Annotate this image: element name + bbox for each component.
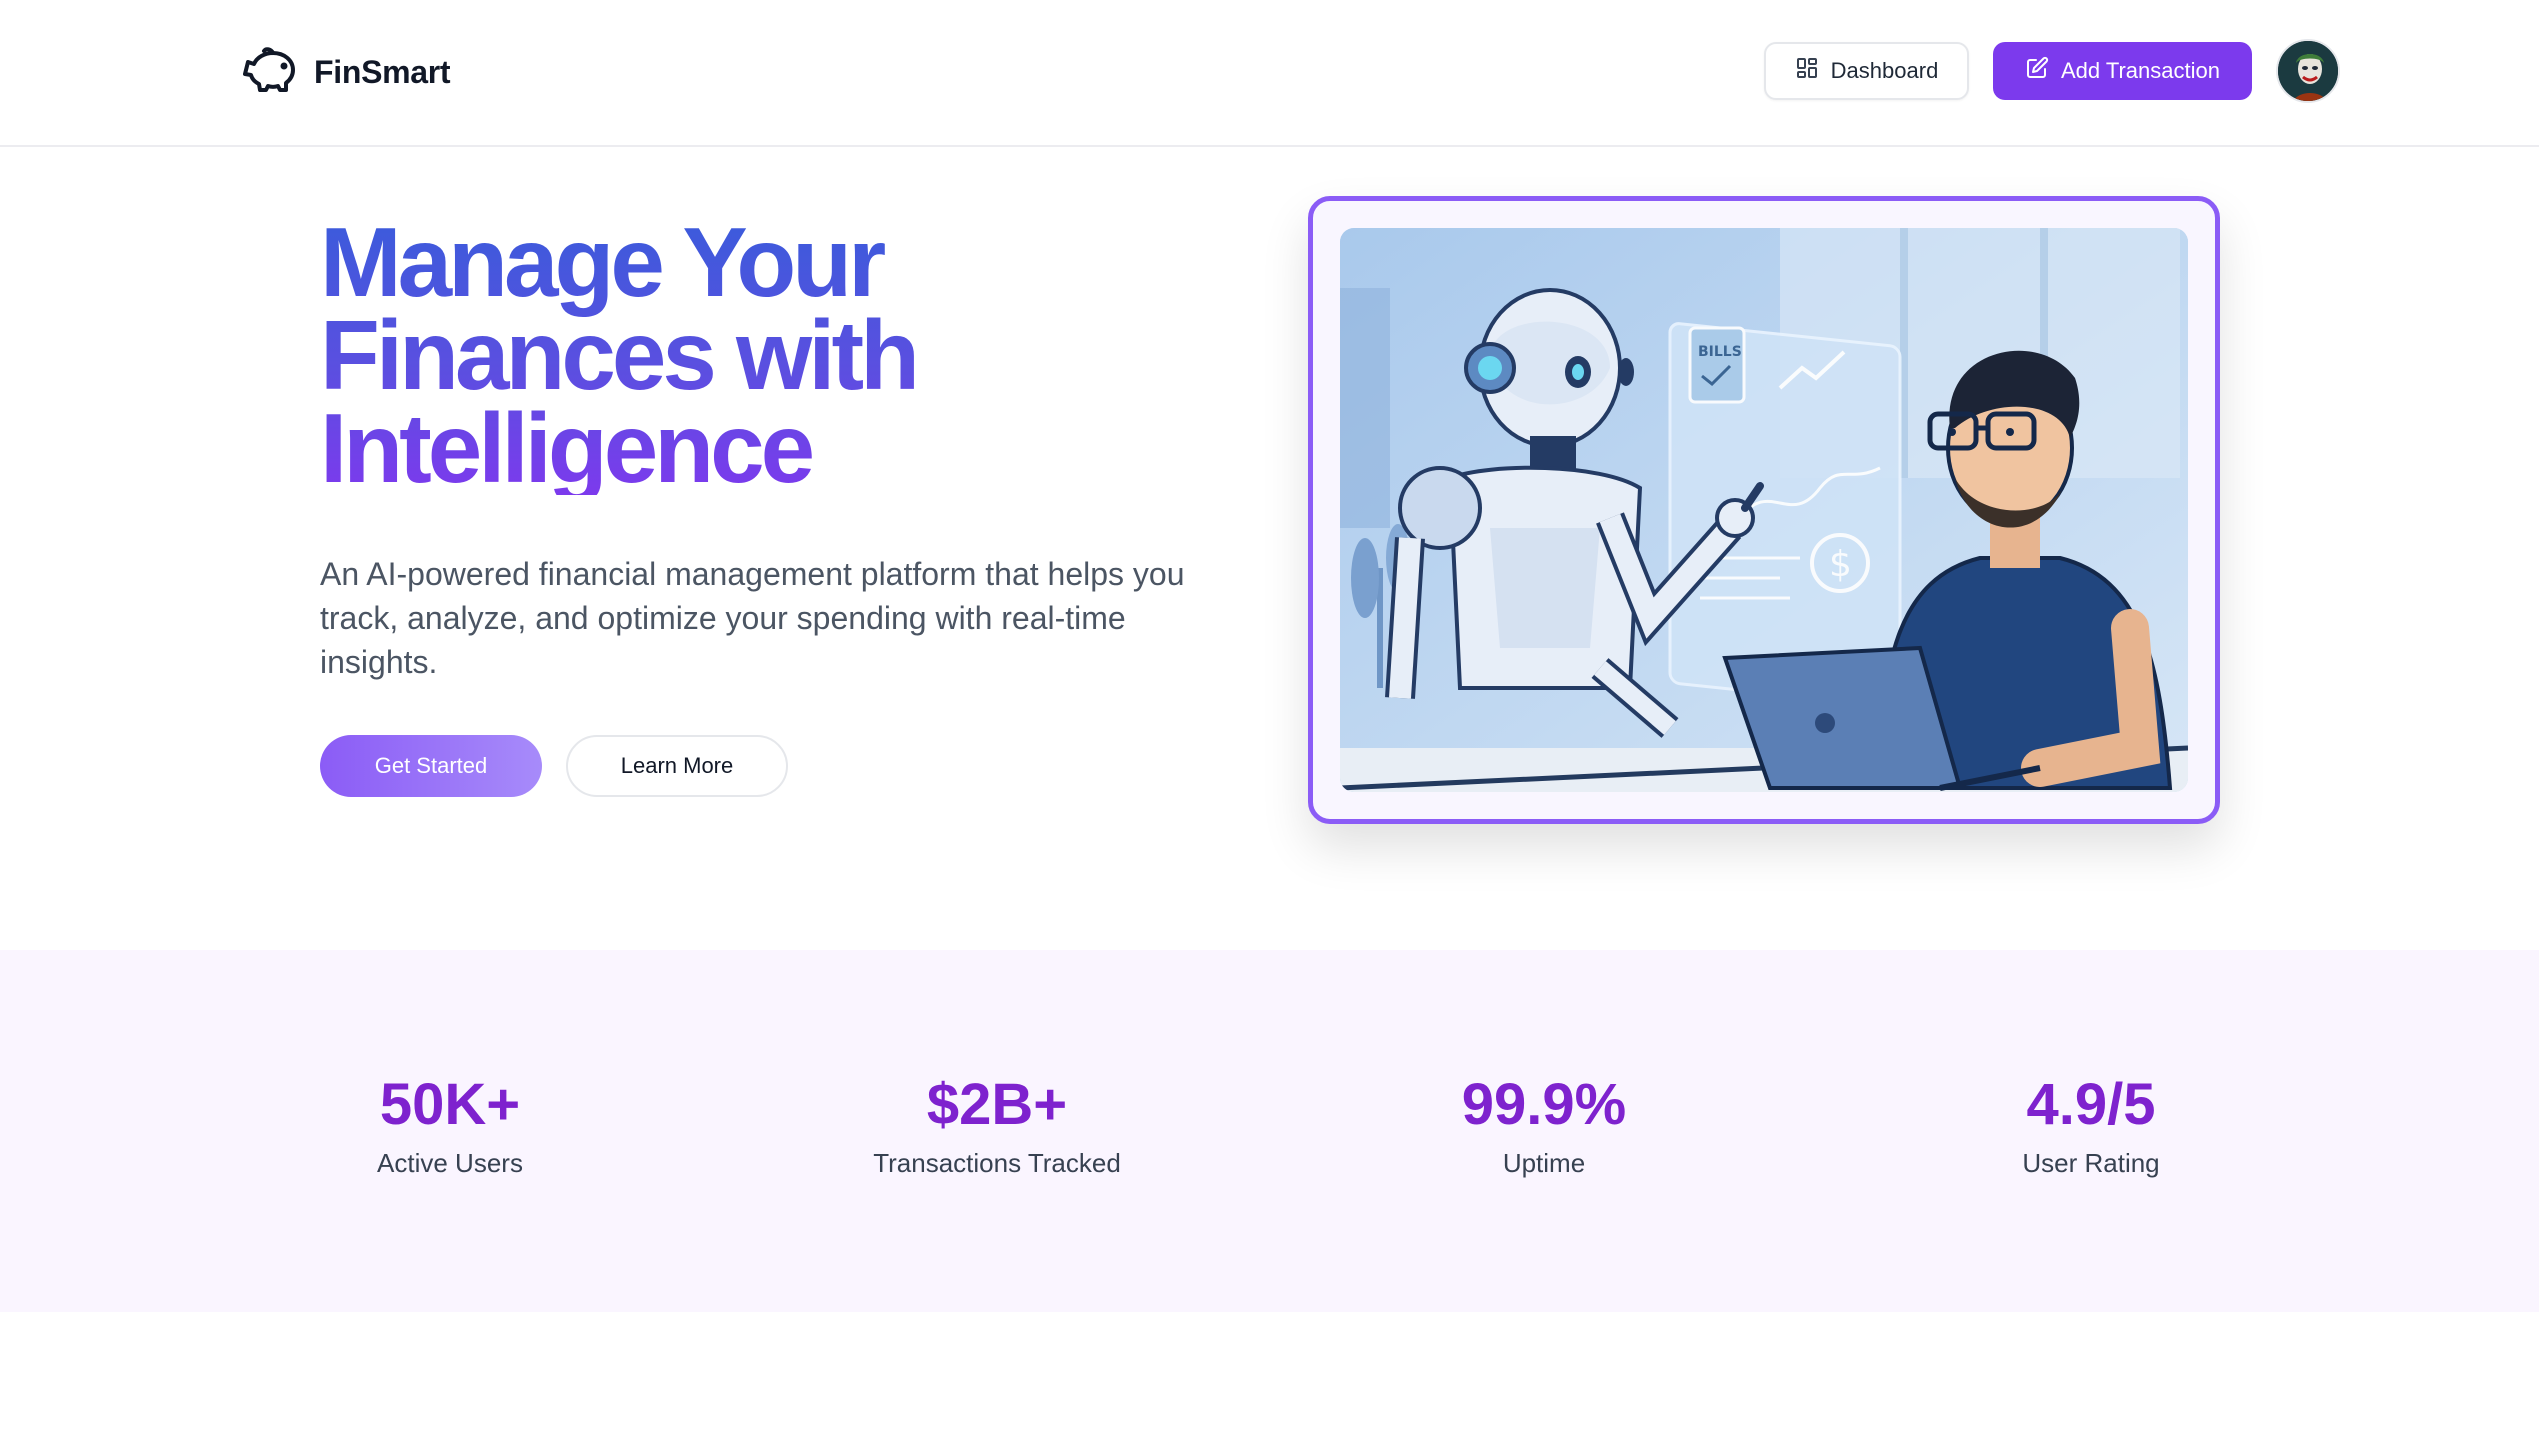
stat-label: Uptime (1502, 1148, 1586, 1178)
top-navbar: FinSmart Dashboard Add Transaction (0, 0, 2539, 147)
hero-subtitle: An AI-powered financial management platf… (320, 556, 1185, 680)
bills-card-label: BILLS (1698, 344, 1742, 360)
edit-icon (2025, 56, 2049, 86)
stat-value: 4.9/5 (2026, 1072, 2156, 1137)
stat-active-users: 50K+ Active Users (230, 1068, 670, 1179)
stat-label: User Rating (2022, 1148, 2160, 1178)
svg-text:$: $ (1829, 544, 1852, 585)
stat-value: $2B+ (926, 1072, 1068, 1137)
stat-transactions-tracked: $2B+ Transactions Tracked (777, 1068, 1217, 1179)
dashboard-button-label: Dashboard (1830, 58, 1939, 83)
add-transaction-button[interactable]: Add Transaction (1993, 42, 2252, 100)
stat-label: Transactions Tracked (873, 1148, 1121, 1178)
hero-title-line-1: Manage Your (320, 207, 883, 317)
stat-user-rating: 4.9/5 User Rating (1871, 1068, 2311, 1179)
stat-value: 50K+ (379, 1072, 521, 1137)
hero-title-line-2: Finances with (320, 300, 917, 410)
dashboard-grid-icon (1795, 56, 1819, 86)
hero-title: Manage Your Finances with Intelligence (320, 216, 1020, 495)
hero-illustration: BILLS $ (1340, 228, 2188, 792)
hero-title-line-3: Intelligence (320, 393, 812, 503)
stat-value: 99.9% (1461, 1072, 1627, 1137)
stat-label: Active Users (377, 1148, 523, 1178)
dashboard-button[interactable]: Dashboard (1764, 42, 1969, 100)
brand-name: FinSmart (314, 53, 451, 90)
user-avatar[interactable] (2276, 39, 2340, 103)
add-transaction-label: Add Transaction (2061, 58, 2220, 83)
piggy-bank-icon (240, 44, 300, 101)
stat-uptime: 99.9% Uptime (1324, 1068, 1764, 1179)
learn-more-button[interactable]: Learn More (566, 735, 788, 797)
brand-logo-link[interactable]: FinSmart (240, 44, 451, 101)
get-started-button[interactable]: Get Started (320, 735, 542, 797)
